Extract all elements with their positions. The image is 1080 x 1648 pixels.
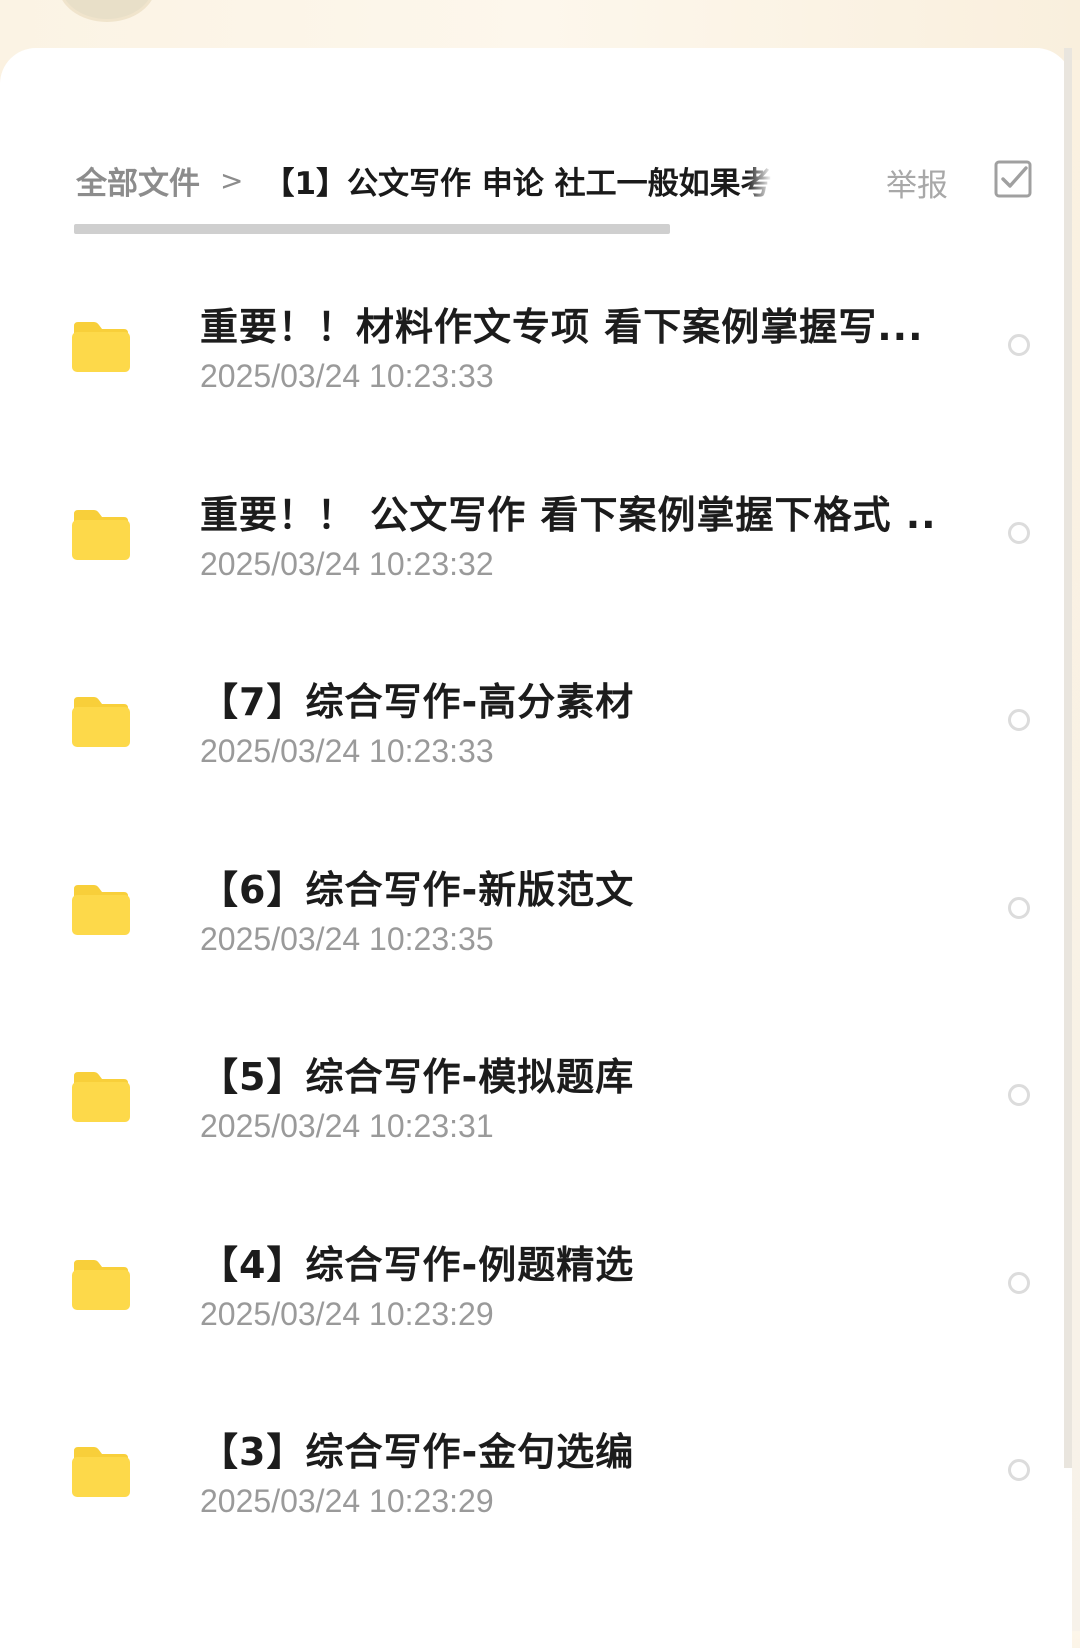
breadcrumb: 全部文件 > 【1】公文写作 申论 社工一般如果考 xyxy=(76,150,796,210)
breadcrumb-root[interactable]: 全部文件 xyxy=(76,158,200,203)
checkbox-icon[interactable] xyxy=(994,160,1032,198)
folder-icon xyxy=(72,509,130,560)
file-date: 2025/03/24 10:23:31 xyxy=(200,1108,494,1144)
folder-icon xyxy=(72,1447,130,1497)
file-row[interactable]: 【6】综合写作-新版范文 2025/03/24 10:23:35 xyxy=(0,815,1072,1005)
folder-icon xyxy=(72,697,130,747)
breadcrumb-scroll-indicator xyxy=(74,224,670,234)
file-row[interactable]: 【3】综合写作-金句选编 2025/03/24 10:23:29 xyxy=(0,1377,1072,1567)
file-row[interactable]: 【4】综合写作-例题精选 2025/03/24 10:23:29 xyxy=(0,1190,1072,1380)
file-date: 2025/03/24 10:23:29 xyxy=(200,1483,494,1519)
file-name: 【4】综合写作-例题精选 xyxy=(200,1242,635,1287)
file-date: 2025/03/24 10:23:32 xyxy=(200,545,494,582)
select-radio[interactable] xyxy=(1008,896,1030,919)
select-radio[interactable] xyxy=(1008,521,1030,544)
file-name: 【6】综合写作-新版范文 xyxy=(200,867,635,912)
select-radio[interactable] xyxy=(1008,334,1030,356)
breadcrumb-current-folder: 【1】公文写作 申论 社工一般如果考 xyxy=(263,165,772,202)
breadcrumb-separator: > xyxy=(220,163,244,197)
file-date: 2025/03/24 10:23:35 xyxy=(200,920,494,957)
select-radio[interactable] xyxy=(1008,1459,1030,1481)
file-name: 【5】综合写作-模拟题库 xyxy=(200,1055,635,1099)
select-radio[interactable] xyxy=(1008,709,1030,731)
file-row[interactable]: 重要！！材料作文专项 看下案例掌握写... 2025/03/24 10:23:33 xyxy=(0,252,1072,442)
file-name: 【3】综合写作-金句选编 xyxy=(200,1430,635,1474)
folder-icon xyxy=(72,1259,130,1310)
file-date: 2025/03/24 10:23:33 xyxy=(200,358,494,394)
report-button[interactable]: 举报 xyxy=(886,160,948,205)
folder-icon xyxy=(72,322,130,372)
file-name: 重要！！材料作文专项 看下案例掌握写... xyxy=(200,305,924,349)
folder-icon xyxy=(72,884,130,935)
file-row[interactable]: 重要！！ 公文写作 看下案例掌握下格式 ... 2025/03/24 10:23:… xyxy=(0,440,1072,630)
file-date: 2025/03/24 10:23:29 xyxy=(200,1295,494,1332)
select-radio[interactable] xyxy=(1008,1084,1030,1106)
select-radio[interactable] xyxy=(1008,1271,1030,1294)
file-name: 重要！！ 公文写作 看下案例掌握下格式 ... xyxy=(200,492,940,537)
file-date: 2025/03/24 10:23:33 xyxy=(200,733,494,769)
file-name: 【7】综合写作-高分素材 xyxy=(200,680,635,724)
file-row[interactable]: 【7】综合写作-高分素材 2025/03/24 10:23:33 xyxy=(0,627,1072,817)
file-row[interactable]: 【5】综合写作-模拟题库 2025/03/24 10:23:31 xyxy=(0,1002,1072,1192)
folder-icon xyxy=(72,1072,130,1122)
